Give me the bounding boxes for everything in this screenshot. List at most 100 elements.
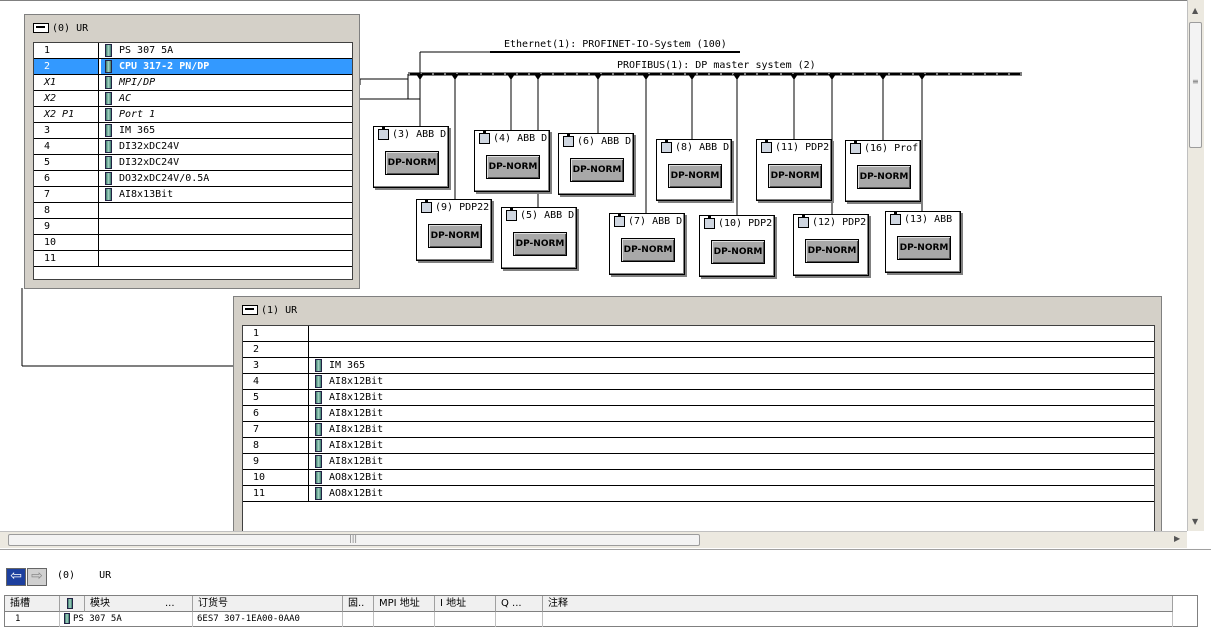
cell-mpi[interactable] [374, 612, 435, 627]
rack1-slot-row[interactable]: 7 AI8x12Bit [243, 422, 1154, 438]
rack0-slot-row[interactable]: X2 AC [34, 91, 352, 107]
rack0-slot-row[interactable]: 3 IM 365 [34, 123, 352, 139]
dp-norm-badge[interactable]: DP-NORM [711, 240, 765, 264]
rack0-slot-row[interactable]: 6 DO32xDC24V/0.5A [34, 171, 352, 187]
dp-norm-badge[interactable]: DP-NORM [621, 238, 675, 262]
rack1-slot-row[interactable]: 8 AI8x12Bit [243, 438, 1154, 454]
dp-norm-badge[interactable]: DP-NORM [805, 239, 859, 263]
arrow-left-icon[interactable]: ⇦ [6, 568, 26, 586]
ethernet-label[interactable]: Ethernet(1): PROFINET-IO-System (100) [504, 39, 727, 50]
cell-order-number[interactable]: 6ES7 307-1EA00-0AA0 [193, 612, 343, 627]
cell-q-address[interactable] [496, 612, 543, 627]
dp-slave[interactable]: (12) PDP2 DP-NORM [793, 214, 869, 276]
slot-number: 11 [243, 486, 309, 501]
rack0-slot-row[interactable]: X1 MPI/DP [34, 75, 352, 91]
dp-slave[interactable]: (7) ABB D DP-NORM [609, 213, 685, 275]
rack1-slot-row[interactable]: 4 AI8x12Bit [243, 374, 1154, 390]
slot-number: X1 [34, 75, 99, 90]
dp-norm-badge[interactable]: DP-NORM [668, 164, 722, 188]
slot-number: 2 [243, 342, 309, 357]
dp-norm-badge[interactable]: DP-NORM [513, 232, 567, 256]
horizontal-scroll-thumb[interactable]: ||| [8, 534, 700, 546]
dp-slave[interactable]: (5) ABB D DP-NORM [501, 207, 577, 269]
dp-norm-badge[interactable]: DP-NORM [857, 165, 911, 189]
col-i-address[interactable]: I 地址 [435, 596, 496, 612]
rack-path-name: UR [99, 570, 112, 581]
grip-icon: ||| [349, 534, 358, 543]
dp-norm-badge[interactable]: DP-NORM [385, 151, 439, 175]
grip-icon: ≡ [1192, 77, 1199, 86]
dp-norm-badge[interactable]: DP-NORM [768, 164, 822, 188]
col-module-icon[interactable] [60, 596, 85, 612]
rack1-slot-row[interactable]: 9 AI8x12Bit [243, 454, 1154, 470]
hw-config-canvas[interactable]: (0) UR 1 PS 307 5A 2 CPU 317-2 PN/DP X1 MPI/D… [0, 0, 1187, 532]
rack0-slot-row[interactable]: X2 P1 Port 1 [34, 107, 352, 123]
dp-slave[interactable]: (13) ABB DP-NORM [885, 211, 961, 273]
rack1-slot-row[interactable]: 3 IM 365 [243, 358, 1154, 374]
rack0-slot-row[interactable]: 2 CPU 317-2 PN/DP [34, 59, 352, 75]
dp-slave[interactable]: (8) ABB D DP-NORM [656, 139, 732, 201]
cell-slot[interactable]: 1 [5, 612, 60, 627]
cell-firmware[interactable] [343, 612, 374, 627]
col-firmware[interactable]: 固.. [343, 596, 374, 612]
module-name: AI8x12Bit [311, 390, 1154, 405]
rack0-slot-row[interactable]: 9 [34, 219, 352, 235]
col-comment[interactable]: 注释 [543, 596, 1173, 612]
col-module[interactable]: 模块 [85, 596, 160, 612]
scroll-up-icon[interactable]: ▲ [1192, 6, 1198, 15]
col-mpi-address[interactable]: MPI 地址 [374, 596, 435, 612]
rack0-slot-row[interactable]: 8 [34, 203, 352, 219]
rack0-slot-row[interactable]: 10 [34, 235, 352, 251]
dp-slave-icon [506, 207, 517, 221]
rack1-slot-row[interactable]: 10 AO8x12Bit [243, 470, 1154, 486]
vertical-scrollbar[interactable]: ▲ ≡ ▼ [1187, 0, 1204, 531]
scroll-down-icon[interactable]: ▼ [1192, 517, 1198, 526]
cell-module[interactable]: PS 307 5A [60, 612, 193, 627]
scroll-right-icon[interactable]: ▶ [1174, 534, 1180, 543]
horizontal-scrollbar[interactable]: ||| ▶ [0, 531, 1187, 548]
col-slot[interactable]: 插槽 [5, 596, 60, 612]
slot-number: 1 [243, 326, 309, 341]
cell-comment[interactable] [543, 612, 1173, 627]
dp-slave[interactable]: (6) ABB D DP-NORM [558, 133, 634, 195]
arrow-right-icon[interactable]: ⇨ [27, 568, 47, 586]
dp-norm-badge[interactable]: DP-NORM [570, 158, 624, 182]
module-name [311, 326, 1154, 341]
rack0-slot-row[interactable]: 5 DI32xDC24V [34, 155, 352, 171]
col-q-address[interactable]: Q ... [496, 596, 543, 612]
rack1-slot-row[interactable]: 1 [243, 326, 1154, 342]
rack1-slot-row[interactable]: 5 AI8x12Bit [243, 390, 1154, 406]
rack-0-window[interactable]: (0) UR 1 PS 307 5A 2 CPU 317-2 PN/DP X1 MPI/D… [24, 14, 360, 289]
dp-slave[interactable]: (16) Prof DP-NORM [845, 140, 921, 202]
dp-slave[interactable]: (11) PDP2 DP-NORM [756, 139, 832, 201]
dp-slave[interactable]: (9) PDP22 DP-NORM [416, 199, 492, 261]
profibus-label[interactable]: PROFIBUS(1): DP master system (2) [617, 60, 816, 71]
cell-i-address[interactable] [435, 612, 496, 627]
rack1-slot-row[interactable]: 2 [243, 342, 1154, 358]
slot-number: 6 [243, 406, 309, 421]
rack0-slot-row[interactable]: 1 PS 307 5A [34, 43, 352, 59]
rack0-slot-row[interactable]: 7 AI8x13Bit [34, 187, 352, 203]
vertical-scroll-thumb[interactable]: ≡ [1189, 22, 1202, 148]
slot-number: X2 P1 [34, 107, 99, 122]
dp-slave[interactable]: (3) ABB D DP-NORM [373, 126, 449, 188]
dp-norm-badge[interactable]: DP-NORM [897, 236, 951, 260]
col-module-more[interactable]: ... [160, 596, 193, 612]
module-icon [105, 76, 112, 89]
dp-slave[interactable]: (10) PDP2 DP-NORM [699, 215, 775, 277]
rack-path: (0) UR [57, 570, 111, 581]
rack1-slot-row[interactable]: 11 AO8x12Bit [243, 486, 1154, 502]
col-order-number[interactable]: 订货号 [193, 596, 343, 612]
rack-icon [33, 23, 49, 33]
slot-number: 4 [243, 374, 309, 389]
slot-number: 2 [34, 59, 99, 74]
dp-slave[interactable]: (4) ABB D DP-NORM [474, 130, 550, 192]
rack0-slot-row[interactable]: 4 DI32xDC24V [34, 139, 352, 155]
dp-norm-badge[interactable]: DP-NORM [428, 224, 482, 248]
dp-norm-badge[interactable]: DP-NORM [486, 155, 540, 179]
rack0-slot-row[interactable]: 11 [34, 251, 352, 267]
dp-slave-icon [479, 130, 490, 144]
rack-1-window[interactable]: (1) UR 1 2 3 IM 365 4 AI8x12Bit 5 AI8x12Bit 6 AI8… [233, 296, 1162, 532]
dp-slave-name: (13) ABB [904, 214, 953, 225]
rack1-slot-row[interactable]: 6 AI8x12Bit [243, 406, 1154, 422]
